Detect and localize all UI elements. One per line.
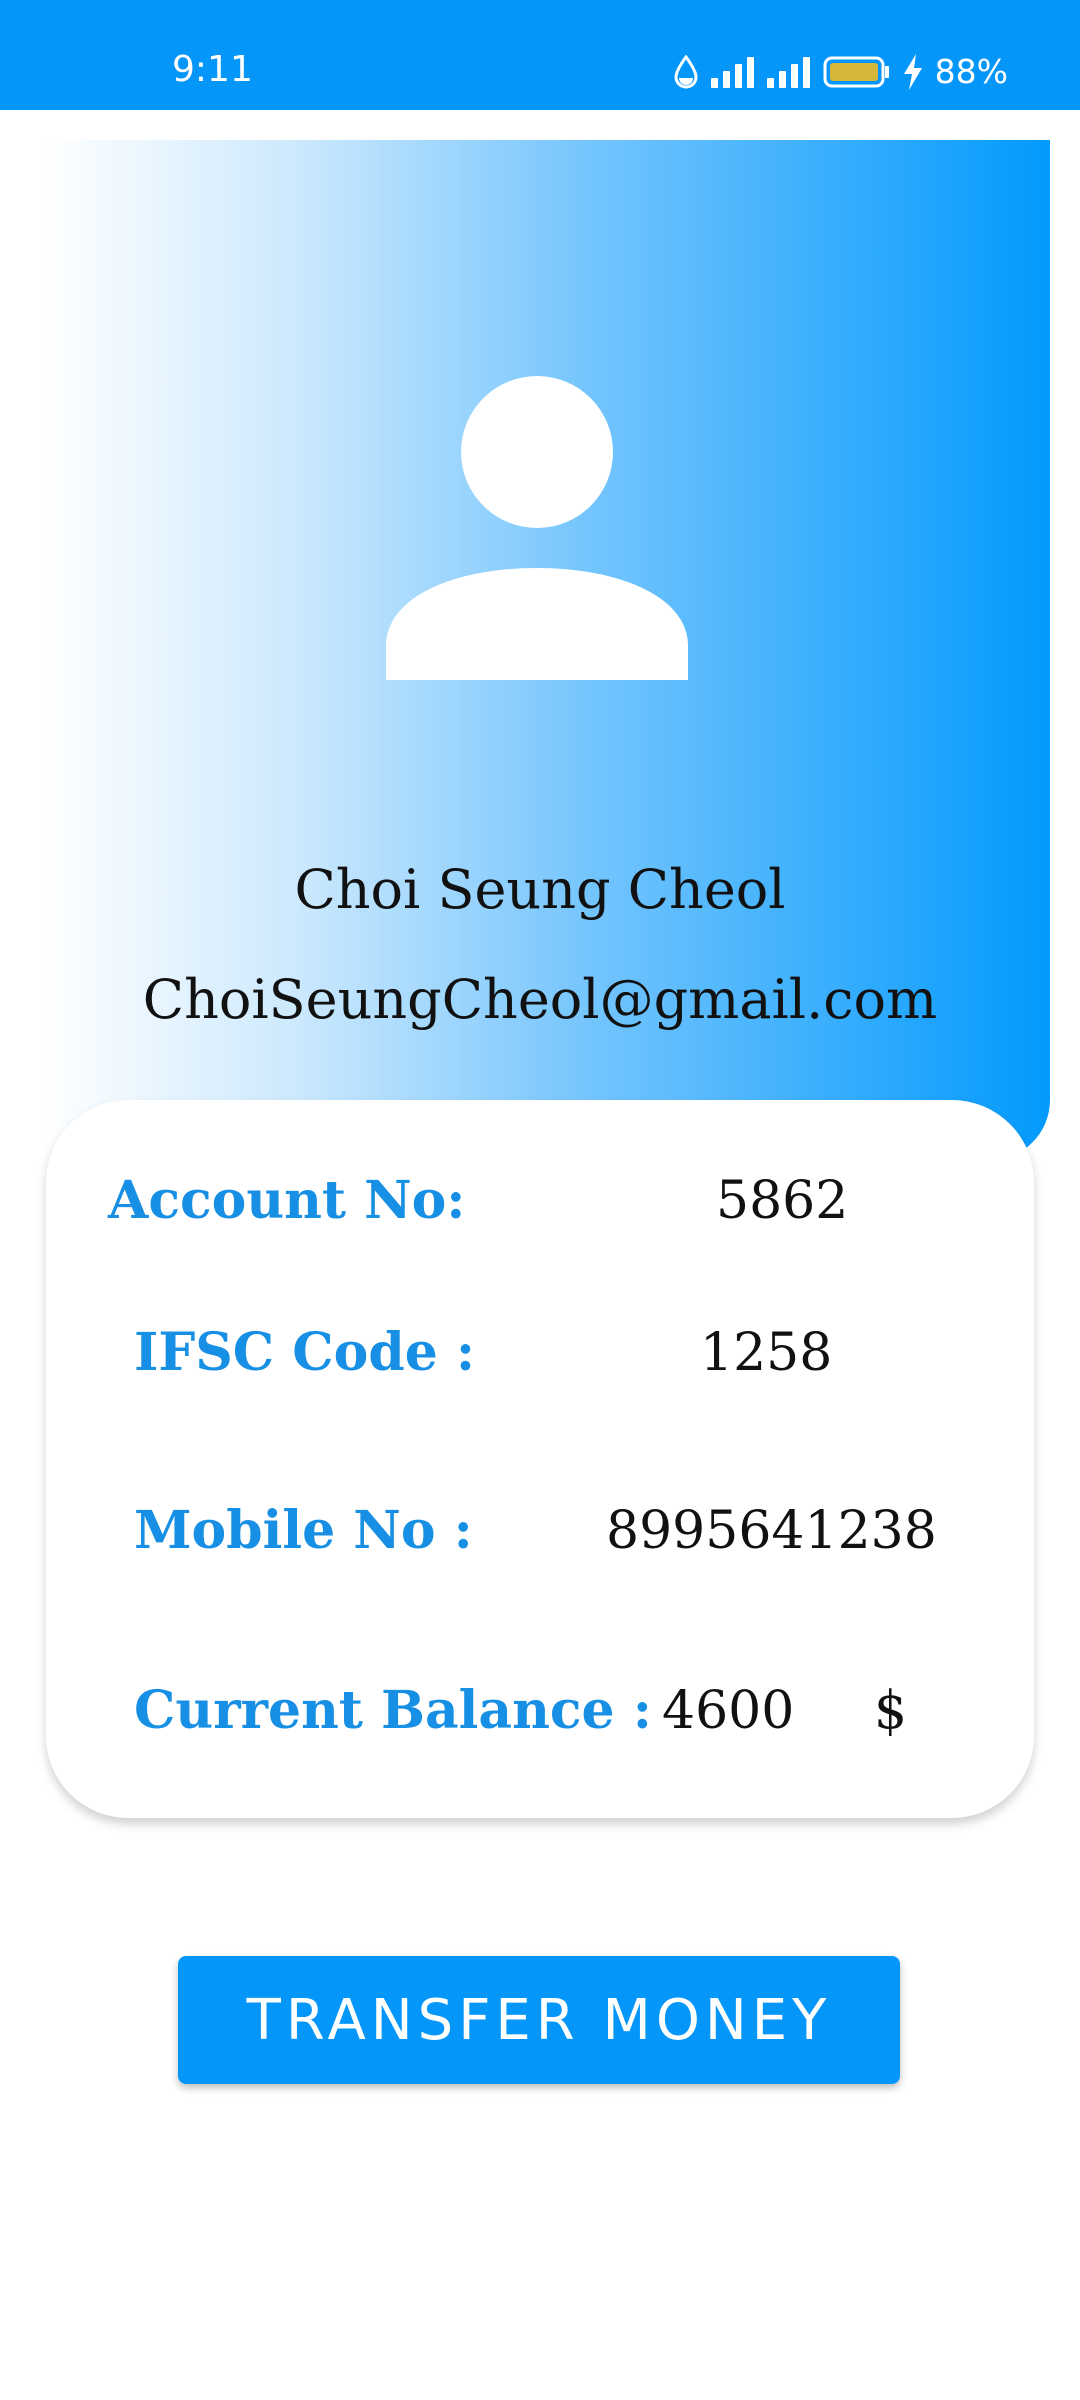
status-bar: 9:11 88%	[0, 0, 1080, 110]
ifsc-code-label: IFSC Code :	[134, 1322, 476, 1383]
current-balance-value: 4600	[662, 1681, 795, 1741]
signal-icon	[710, 57, 754, 88]
currency-symbol: $	[874, 1681, 908, 1741]
mobile-number-label: Mobile No :	[134, 1500, 473, 1561]
current-balance-label: Current Balance :	[134, 1680, 652, 1741]
status-icons: 88%	[673, 50, 1008, 94]
charging-bolt-icon	[903, 54, 922, 90]
account-number-label: Account No:	[108, 1170, 466, 1231]
profile-name: Choi Seung Cheol	[294, 858, 786, 921]
battery-percentage: 88%	[934, 52, 1008, 91]
ifsc-code-value: 1258	[700, 1323, 833, 1383]
person-icon	[386, 376, 688, 680]
signal-icon	[766, 57, 810, 88]
status-time: 9:11	[172, 49, 253, 90]
account-number-value: 5862	[716, 1171, 849, 1231]
mobile-number-value: 8995641238	[606, 1501, 937, 1561]
water-drop-icon	[674, 55, 698, 89]
battery-icon	[823, 56, 889, 88]
profile-email: ChoiSeungCheol@gmail.com	[142, 968, 938, 1031]
transfer-money-button[interactable]: TRANSFER MONEY	[178, 1956, 900, 2084]
account-details-card: Account No: 5862 IFSC Code : 1258 Mobile…	[46, 1100, 1034, 1818]
